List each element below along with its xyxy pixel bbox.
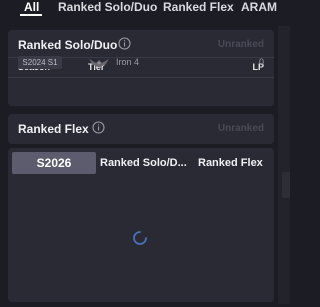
tab-aram[interactable]: ARAM (241, 0, 277, 14)
tab-ranked-solo-duo[interactable]: Ranked Solo/Duo (58, 0, 157, 14)
status-badge: Unranked (217, 39, 264, 50)
card-title: Ranked Flex (18, 122, 89, 136)
divider (8, 77, 274, 78)
active-tab-underline (20, 14, 42, 16)
season-tab-bar: S2026 Ranked Solo/D... Ranked Flex (10, 152, 274, 176)
info-icon[interactable] (118, 37, 131, 50)
card-header: Ranked Solo/Duo Unranked (18, 30, 264, 58)
ranked-solo-duo-card: Ranked Solo/Duo Unranked Season Tier LP … (8, 30, 274, 106)
card-title: Ranked Solo/Duo (18, 38, 118, 52)
iron-emblem-icon (89, 59, 109, 67)
right-panel-button[interactable] (282, 172, 290, 198)
season-tab-ranked-flex[interactable]: Ranked Flex (198, 157, 263, 169)
season-badge: S2024 S1 (18, 56, 62, 69)
status-badge: Unranked (217, 123, 264, 134)
tier-value: Iron 4 (116, 57, 140, 67)
loading-spinner-icon (133, 231, 147, 245)
season-tab-ranked-solo[interactable]: Ranked Solo/D... (100, 157, 187, 169)
lp-value: 0 (258, 57, 264, 67)
right-panel-edge (278, 26, 290, 304)
info-icon[interactable] (92, 121, 105, 134)
tab-all[interactable]: All (24, 0, 39, 14)
tab-ranked-flex[interactable]: Ranked Flex (163, 0, 234, 14)
card-header: Ranked Flex Unranked (18, 114, 264, 142)
season-selector-button[interactable]: S2026 (12, 152, 96, 174)
ranked-flex-card: Ranked Flex Unranked (8, 114, 274, 144)
top-tab-bar: All Ranked Solo/Duo Ranked Flex ARAM (0, 0, 290, 20)
